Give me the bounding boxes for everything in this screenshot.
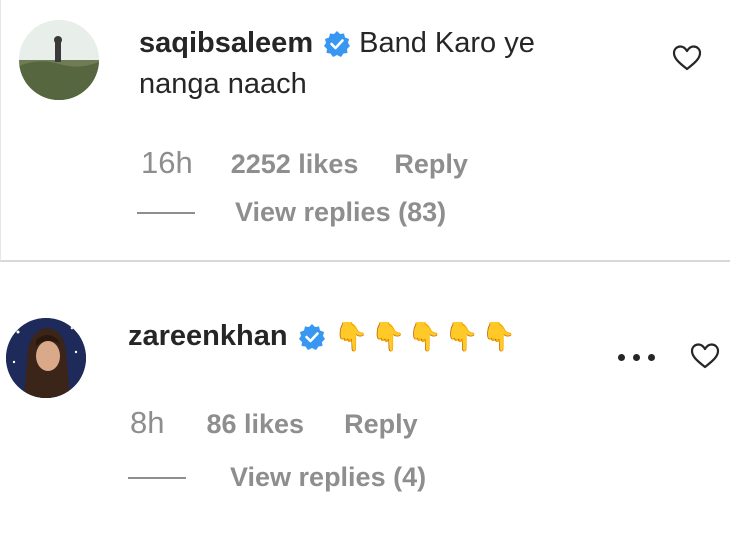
view-replies-button[interactable]: View replies (4) — [128, 462, 426, 493]
reply-button[interactable]: Reply — [344, 409, 418, 440]
avatar[interactable] — [6, 318, 86, 398]
more-options-icon[interactable] — [618, 354, 655, 361]
comment-meta: 16h 2252 likes Reply — [141, 145, 468, 181]
comment-text: Band Karo ye — [359, 27, 535, 59]
verified-badge-icon — [298, 323, 326, 351]
comment-text-continued: nanga naach — [139, 68, 307, 100]
reply-button[interactable]: Reply — [394, 149, 468, 180]
view-replies-label: View replies (83) — [235, 197, 447, 227]
heart-icon[interactable] — [672, 44, 702, 72]
username[interactable]: saqibsaleem — [139, 27, 313, 60]
replies-divider — [128, 476, 186, 479]
verified-badge-icon — [323, 30, 351, 58]
comment-header: zareenkhan 👇👇👇👇👇 — [128, 320, 518, 353]
view-replies-label: View replies (4) — [230, 462, 427, 492]
dot — [648, 354, 655, 361]
comment-text-emoji: 👇👇👇👇👇 — [333, 321, 518, 352]
comment-meta: 8h 86 likes Reply — [130, 405, 418, 441]
comment-item: saqibsaleem Band Karo ye nanga naach 16h… — [0, 0, 730, 262]
timestamp[interactable]: 8h — [130, 405, 164, 441]
comment-header: saqibsaleem Band Karo ye — [139, 27, 535, 60]
replies-divider — [137, 211, 195, 214]
view-replies-button[interactable]: View replies (83) — [137, 197, 446, 228]
dot — [633, 354, 640, 361]
timestamp[interactable]: 16h — [141, 145, 193, 181]
comment-item: zareenkhan 👇👇👇👇👇 8h 86 likes Reply View … — [0, 290, 730, 548]
username[interactable]: zareenkhan — [128, 320, 288, 353]
likes-count[interactable]: 2252 likes — [231, 149, 359, 180]
dot — [618, 354, 625, 361]
avatar[interactable] — [19, 20, 99, 100]
likes-count[interactable]: 86 likes — [206, 409, 304, 440]
heart-icon[interactable] — [690, 342, 720, 370]
